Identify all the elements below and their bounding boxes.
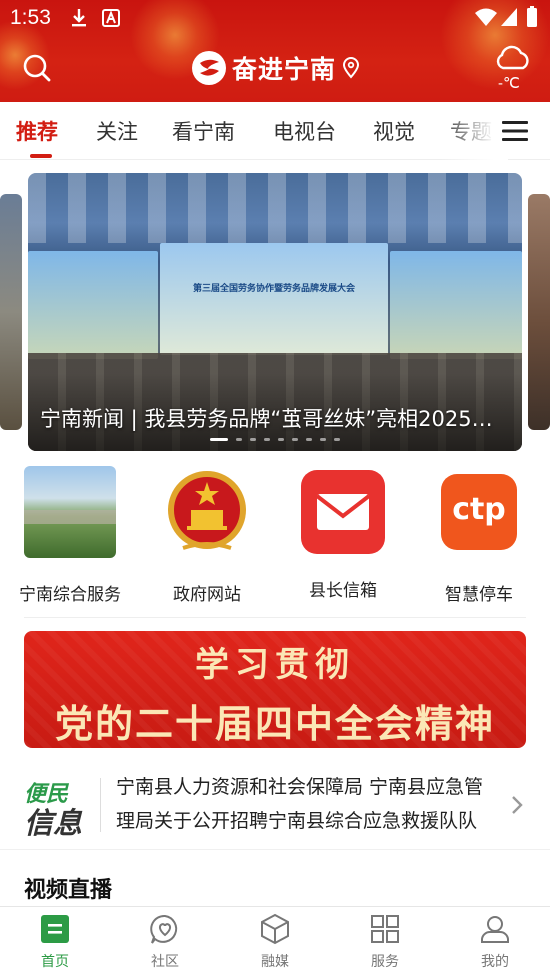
banner-title: 宁南新闻 | 我县劳务品牌“茧哥丝妹”亮相2025年第三届全国劳务协作暨劳务品牌…	[40, 407, 510, 431]
stage-screen-text: 第三届全国劳务协作暨劳务品牌发展大会	[192, 284, 355, 294]
nav-services[interactable]: 服务	[345, 913, 425, 971]
news-banner[interactable]: 第三届全国劳务协作暨劳务品牌发展大会 宁南新闻 | 我县劳务品牌“茧哥丝妹”亮相…	[28, 173, 522, 451]
home-icon	[39, 913, 71, 945]
heart-chat-icon	[149, 913, 181, 945]
carousel-dot[interactable]	[292, 438, 298, 441]
wifi-icon	[475, 8, 497, 26]
tabs-fade-overlay	[440, 102, 508, 160]
bottom-navigation: 首页 社区 融媒 服务 我的	[0, 906, 550, 979]
nav-profile[interactable]: 我的	[455, 913, 535, 971]
cube-icon	[259, 913, 291, 945]
carousel-dot[interactable]	[264, 438, 270, 441]
search-icon[interactable]	[22, 53, 52, 83]
tab-see-ningnan[interactable]: 看宁南	[172, 116, 235, 146]
shortcut-label: 政府网站	[173, 585, 241, 605]
carousel-dot[interactable]	[278, 438, 284, 441]
nav-home[interactable]: 首页	[15, 913, 95, 971]
tab-recommend[interactable]: 推荐	[16, 116, 58, 146]
app-notification-icon	[102, 9, 120, 27]
chevron-right-icon[interactable]	[510, 794, 524, 816]
ceiling-lights	[28, 173, 522, 243]
nav-media[interactable]: 融媒	[235, 913, 315, 971]
nav-community[interactable]: 社区	[125, 913, 205, 971]
grid-icon	[369, 913, 401, 945]
carousel-dots	[210, 438, 340, 441]
menu-icon[interactable]	[502, 120, 528, 142]
stage-screen-center: 第三届全国劳务协作暨劳务品牌发展大会	[160, 243, 388, 355]
ctp-logo-text: ctp	[452, 492, 506, 527]
nav-label: 服务	[371, 954, 399, 970]
promo-banner[interactable]: 学习贯彻 党的二十届四中全会精神	[24, 631, 526, 748]
status-bar: 1:53	[0, 0, 550, 36]
shortcut-smart-parking[interactable]: ctp 智慧停车	[419, 466, 539, 605]
app-header: 1:53 奋进宁南 -℃	[0, 0, 550, 102]
carousel-prev-card[interactable]	[0, 194, 22, 430]
brand-logo-icon	[192, 51, 226, 85]
convenience-info-logo: 便民 信息	[24, 776, 92, 840]
promo-line-2: 党的二十届四中全会精神	[54, 701, 495, 746]
active-tab-indicator	[30, 154, 52, 158]
carousel-dot[interactable]	[210, 438, 228, 441]
weather-widget[interactable]: -℃	[492, 44, 532, 94]
national-emblem-icon	[161, 466, 253, 558]
nav-label: 融媒	[261, 954, 289, 970]
shortcut-label: 智慧停车	[445, 585, 513, 605]
person-icon	[479, 913, 511, 945]
shortcut-label: 县长信箱	[309, 581, 377, 601]
carousel-dot[interactable]	[250, 438, 256, 441]
carousel-next-card[interactable]	[528, 194, 550, 430]
brand-title: 奋进宁南	[192, 50, 360, 86]
category-tabs: 推荐 关注 看宁南 电视台 视觉 专题	[0, 102, 550, 160]
promo-line-1: 学习贯彻	[195, 645, 355, 685]
carousel-dot[interactable]	[320, 438, 326, 441]
section-title-live-video: 视频直播	[24, 878, 113, 903]
shortcut-ningnan-service[interactable]: 宁南综合服务	[10, 466, 130, 605]
battery-icon	[527, 6, 537, 27]
nav-label: 我的	[481, 954, 509, 970]
info-separator	[100, 778, 101, 832]
download-icon	[72, 9, 86, 27]
convenience-info-row[interactable]: 便民 信息 宁南县人力资源和社会保障局 宁南县应急管理局关于公开招聘宁南县综合应…	[0, 760, 550, 850]
divider	[24, 617, 526, 618]
signal-icon	[501, 8, 517, 26]
brand-name: 奋进宁南	[232, 55, 337, 84]
carousel-dot[interactable]	[236, 438, 242, 441]
tab-visual[interactable]: 视觉	[373, 116, 415, 146]
info-headline: 宁南县人力资源和社会保障局 宁南县应急管理局关于公开招聘宁南县综合应急救援队队员…	[116, 776, 484, 832]
carousel-dot[interactable]	[306, 438, 312, 441]
shortcut-government-site[interactable]: 政府网站	[147, 466, 267, 605]
stage-screen-left	[28, 251, 158, 359]
status-time: 1:53	[10, 6, 51, 29]
shortcut-label: 宁南综合服务	[19, 585, 121, 605]
shortcut-grid: 宁南综合服务 政府网站 县长信箱 ctp 智慧停车	[0, 466, 550, 616]
tab-follow[interactable]: 关注	[96, 116, 138, 146]
logo-text-bottom: 信息	[24, 806, 83, 840]
weather-temperature: -℃	[498, 75, 520, 92]
nav-label: 社区	[151, 954, 179, 970]
nav-label: 首页	[41, 954, 69, 970]
shortcut-mayor-mailbox[interactable]: 县长信箱	[283, 466, 403, 601]
carousel-dot[interactable]	[334, 438, 340, 441]
location-pin-icon[interactable]	[342, 57, 360, 79]
stage-screen-right	[390, 251, 522, 359]
ctp-parking-icon: ctp	[441, 474, 517, 550]
landscape-thumbnail	[24, 466, 116, 558]
mail-icon	[301, 470, 385, 554]
cloud-icon	[496, 45, 529, 70]
tab-tv-station[interactable]: 电视台	[273, 116, 336, 146]
